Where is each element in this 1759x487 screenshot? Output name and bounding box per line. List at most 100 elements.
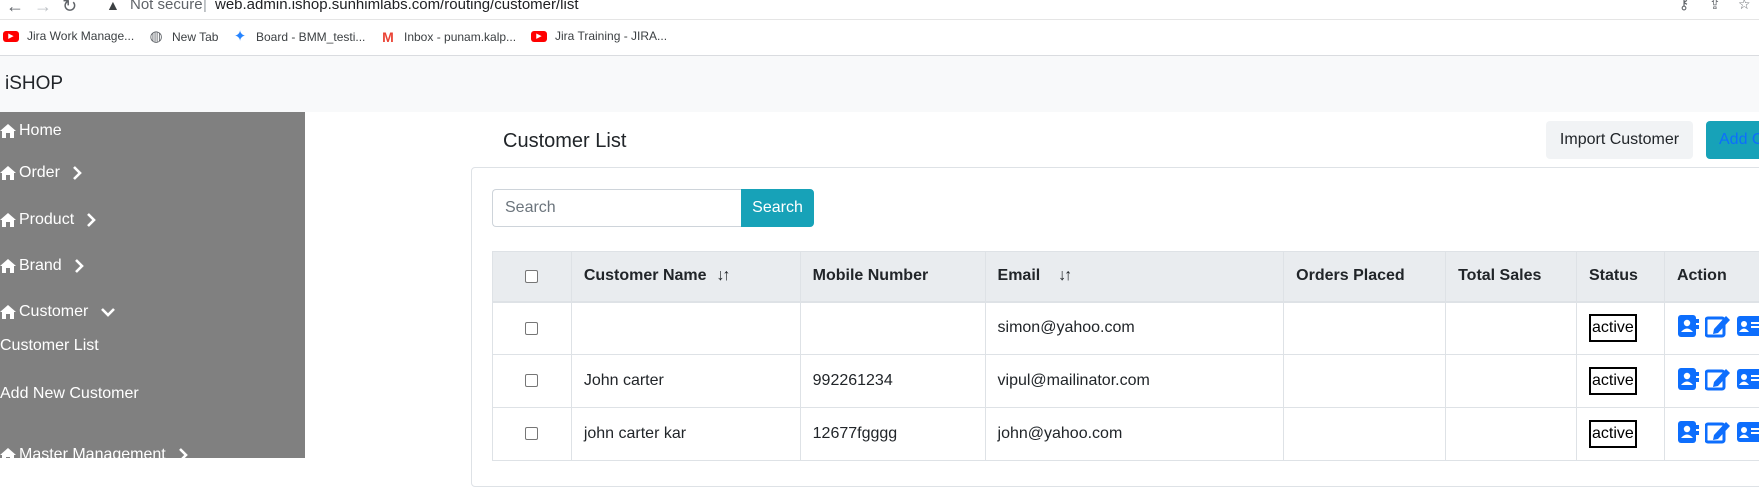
- sort-arrows-icon[interactable]: ↓↑: [1058, 267, 1070, 284]
- status-cell: active: [1577, 408, 1665, 461]
- sidebar-item-label: Order: [19, 164, 60, 182]
- bookmarks-bar: ▶ Jira Work Manage... ◍ New Tab ✦ Board …: [0, 20, 1759, 56]
- sidebar-item-label: Home: [19, 122, 62, 140]
- bookmark-item[interactable]: ▶ Jira Work Manage...: [3, 29, 134, 43]
- row-select-cell: [493, 302, 572, 355]
- youtube-icon: ▶: [531, 31, 547, 42]
- sidebar-subitem-add-new-customer[interactable]: Add New Customer: [0, 385, 139, 403]
- home-icon: [0, 305, 16, 319]
- customer-table: Customer Name ↓↑ Mobile Number Email ↓↑ Or…: [492, 251, 1759, 461]
- email-cell: simon@yahoo.com: [985, 302, 1284, 355]
- reload-icon[interactable]: ↻: [62, 0, 77, 17]
- action-cell: [1664, 355, 1759, 408]
- view-contact-icon[interactable]: [1677, 314, 1699, 338]
- view-contact-icon[interactable]: [1677, 367, 1699, 391]
- total-sales-cell: [1446, 302, 1577, 355]
- status-cell: active: [1577, 355, 1665, 408]
- row-select-cell: [493, 355, 572, 408]
- sidebar-item-home[interactable]: Home: [0, 122, 62, 140]
- table-row: simon@yahoo.com active: [493, 302, 1759, 355]
- security-label[interactable]: Not secure: [130, 0, 203, 13]
- column-header-email[interactable]: Email ↓↑: [985, 252, 1284, 302]
- column-label: Email: [998, 267, 1041, 284]
- chevron-down-icon: [100, 307, 116, 317]
- status-cell: active: [1577, 302, 1665, 355]
- home-icon: [0, 124, 16, 138]
- globe-icon: ◍: [148, 29, 164, 45]
- column-header-status: Status: [1577, 252, 1665, 302]
- orders-placed-cell: [1284, 408, 1446, 461]
- bookmark-label: Inbox - punam.kalp...: [404, 30, 516, 44]
- import-customer-button[interactable]: Import Customer: [1546, 121, 1693, 159]
- contact-card-icon[interactable]: [1737, 367, 1759, 391]
- row-checkbox[interactable]: [525, 322, 538, 335]
- table-row: John carter 992261234 vipul@mailinator.c…: [493, 355, 1759, 408]
- sort-arrows-icon[interactable]: ↓↑: [717, 267, 729, 284]
- column-header-action: Action: [1664, 252, 1759, 302]
- warning-icon[interactable]: ▲: [106, 0, 120, 13]
- status-badge[interactable]: active: [1589, 367, 1637, 395]
- key-icon[interactable]: ⚷: [1679, 0, 1689, 13]
- bookmark-item[interactable]: M Inbox - punam.kalp...: [380, 29, 516, 45]
- customer-name-cell: john carter kar: [571, 408, 800, 461]
- forward-arrow-icon[interactable]: →: [34, 0, 52, 17]
- sidebar-item-product[interactable]: Product: [0, 211, 96, 229]
- bookmark-item[interactable]: ◍ New Tab: [148, 29, 218, 45]
- edit-icon[interactable]: [1705, 367, 1731, 391]
- bookmark-item[interactable]: ▶ Jira Training - JIRA...: [531, 29, 667, 43]
- mobile-number-cell: [800, 302, 985, 355]
- mobile-number-cell: 992261234: [800, 355, 985, 408]
- sidebar-item-master-management[interactable]: Master Management: [0, 446, 188, 464]
- search-input[interactable]: [492, 189, 742, 227]
- home-icon: [0, 259, 16, 273]
- share-icon[interactable]: ⇪: [1709, 0, 1721, 13]
- search-button[interactable]: Search: [741, 189, 814, 227]
- bookmark-label: New Tab: [172, 30, 218, 44]
- customer-name-cell: [571, 302, 800, 355]
- bookmark-label: Jira Training - JIRA...: [555, 29, 667, 43]
- table-header-row: Customer Name ↓↑ Mobile Number Email ↓↑ Or…: [493, 252, 1759, 302]
- sidebar-item-label: Brand: [19, 257, 62, 275]
- sidebar-item-label: Master Management: [19, 446, 166, 464]
- bookmark-label: Jira Work Manage...: [27, 29, 134, 43]
- gmail-icon: M: [380, 29, 396, 45]
- row-checkbox[interactable]: [525, 427, 538, 440]
- chevron-right-icon: [74, 259, 84, 273]
- contact-card-icon[interactable]: [1737, 420, 1759, 444]
- column-header-customer-name[interactable]: Customer Name ↓↑: [571, 252, 800, 302]
- select-all-cell: [493, 252, 572, 302]
- sidebar-item-customer[interactable]: Customer: [0, 303, 116, 321]
- star-icon[interactable]: ☆: [1738, 0, 1751, 13]
- edit-icon[interactable]: [1705, 420, 1731, 444]
- status-badge[interactable]: active: [1589, 314, 1637, 342]
- total-sales-cell: [1446, 408, 1577, 461]
- chevron-right-icon: [178, 448, 188, 462]
- mobile-number-cell: 12677fgggg: [800, 408, 985, 461]
- browser-address-bar: ← → ↻ ▲ Not secure | web.admin.ishop.sun…: [0, 0, 1759, 20]
- home-icon: [0, 166, 16, 180]
- contact-card-icon[interactable]: [1737, 314, 1759, 338]
- sidebar-item-brand[interactable]: Brand: [0, 257, 84, 275]
- column-header-total-sales: Total Sales: [1446, 252, 1577, 302]
- select-all-checkbox[interactable]: [525, 270, 538, 283]
- view-contact-icon[interactable]: [1677, 420, 1699, 444]
- brand-logo[interactable]: iSHOP: [5, 73, 63, 95]
- row-checkbox[interactable]: [525, 374, 538, 387]
- back-arrow-icon[interactable]: ←: [6, 0, 24, 17]
- orders-placed-cell: [1284, 302, 1446, 355]
- sidebar-item-order[interactable]: Order: [0, 164, 82, 182]
- url-text[interactable]: web.admin.ishop.sunhimlabs.com/routing/c…: [215, 0, 579, 13]
- sidebar-item-label: Customer: [19, 303, 88, 321]
- youtube-icon: ▶: [3, 31, 19, 42]
- sidebar-subitem-customer-list[interactable]: Customer List: [0, 337, 99, 355]
- page-title: Customer List: [503, 130, 626, 153]
- chevron-right-icon: [86, 213, 96, 227]
- column-header-mobile-number: Mobile Number: [800, 252, 985, 302]
- bookmark-item[interactable]: ✦ Board - BMM_testi...: [232, 29, 365, 45]
- add-customer-button[interactable]: Add C: [1706, 121, 1759, 159]
- column-label: Customer Name: [584, 267, 707, 284]
- column-header-orders-placed: Orders Placed: [1284, 252, 1446, 302]
- edit-icon[interactable]: [1705, 314, 1731, 338]
- status-badge[interactable]: active: [1589, 420, 1637, 448]
- home-icon: [0, 213, 16, 227]
